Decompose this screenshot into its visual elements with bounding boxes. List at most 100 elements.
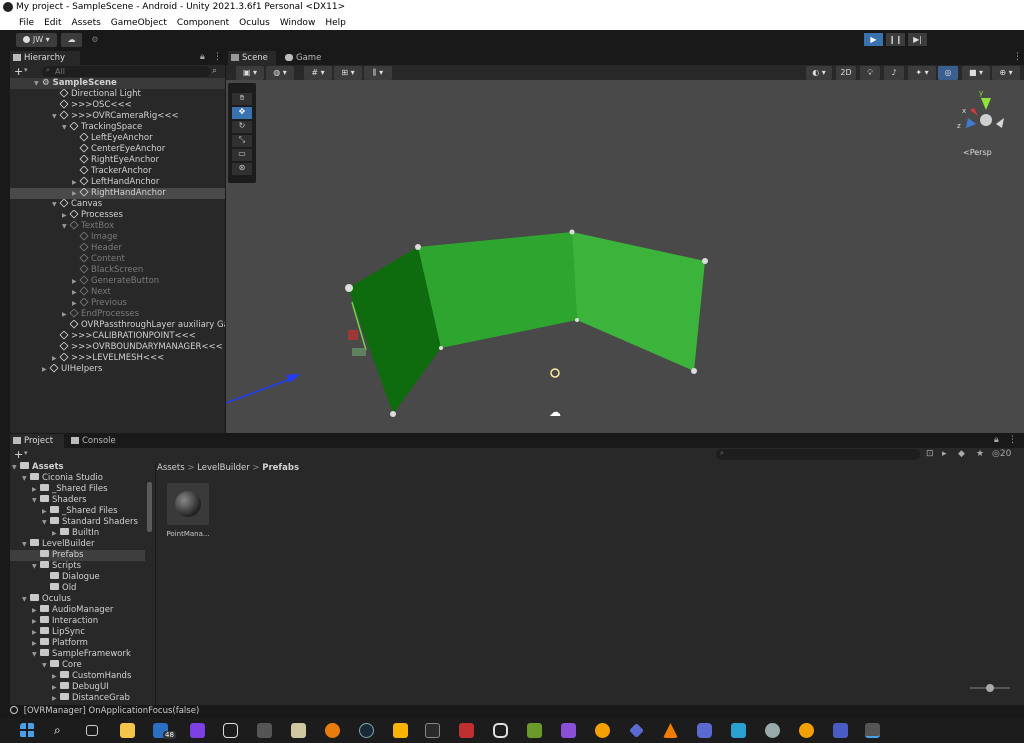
tab-hierarchy[interactable]: Hierarchy [10,51,80,65]
expand-arrow-icon[interactable]: ▼ [22,473,30,484]
expand-arrow-icon[interactable]: ▼ [52,199,60,210]
hierarchy-item[interactable]: >>>OSC<<< [10,100,225,111]
expand-arrow-icon[interactable]: ▶ [52,671,60,682]
hierarchy-item[interactable]: Header [10,243,225,254]
grid-snap-dropdown[interactable]: # ▾ [304,66,332,80]
hierarchy-item[interactable]: ▶ RightHandAnchor [10,188,225,199]
add-dropdown-icon[interactable]: ▾ [24,449,28,457]
vertex-handle[interactable] [415,244,421,250]
folder-item[interactable]: ▶ DistanceGrab [10,693,145,704]
menu-edit[interactable]: Edit [39,18,66,28]
zoom-slider-thumb[interactable] [986,684,994,692]
expand-arrow-icon[interactable]: ▶ [32,627,40,638]
app-icon[interactable] [731,723,746,738]
hierarchy-item[interactable]: Directional Light [10,89,225,100]
hierarchy-item[interactable]: ▶ LeftHandAnchor [10,177,225,188]
kebab-menu-icon[interactable]: ⋮ [1008,435,1017,445]
file-explorer-icon[interactable] [120,723,135,738]
folder-item[interactable]: ▼ Core [10,660,145,671]
sun-icon[interactable] [550,368,560,378]
folder-item[interactable]: ▼ Assets [10,462,145,473]
folder-item[interactable]: ▶ _Shared Files [10,484,145,495]
menu-window[interactable]: Window [275,18,321,28]
expand-arrow-icon[interactable]: ▶ [72,177,80,188]
expand-arrow-icon[interactable]: ▶ [52,693,60,704]
expand-arrow-icon[interactable]: ▶ [52,528,60,539]
expand-arrow-icon[interactable]: ▶ [72,276,80,287]
expand-arrow-icon[interactable]: ▶ [72,287,80,298]
expand-arrow-icon[interactable]: ▼ [32,495,40,506]
audio-toggle[interactable]: ♪ [884,66,904,80]
expand-arrow-icon[interactable]: ▶ [62,210,70,221]
search-icon[interactable]: ⌕ [54,723,69,738]
draw-mode-dropdown[interactable]: ▣ ▾ [236,66,264,80]
breadcrumb-prefabs[interactable]: Prefabs [262,463,299,473]
menu-gameobject[interactable]: GameObject [106,18,172,28]
hierarchy-scene-row[interactable]: ▼ ⚙︎ SampleScene [10,78,225,89]
app-icon[interactable] [697,723,712,738]
hierarchy-search-input[interactable]: ⌕ All [42,66,210,77]
hierarchy-item[interactable]: ▶ Next [10,287,225,298]
orientation-gizmo[interactable]: y x z [957,89,1004,130]
unity-hub-icon[interactable] [223,723,238,738]
start-icon[interactable] [20,723,35,738]
folder-item[interactable]: ▼ SampleFramework [10,649,145,660]
app-icon[interactable] [527,723,542,738]
expand-arrow-icon[interactable]: ▼ [22,539,30,550]
hierarchy-item[interactable]: OVRPassthroughLayer auxiliary GameO [10,320,225,331]
menu-file[interactable]: File [14,18,39,28]
cloud-icon[interactable]: ☁ [549,405,561,419]
tree-scrollbar[interactable] [147,482,152,532]
oculus-icon[interactable] [493,723,508,738]
breadcrumb-levelbuilder[interactable]: LevelBuilder [197,463,250,473]
status-message[interactable]: [OVRManager] OnApplicationFocus(false) [24,706,200,716]
lighting-toggle[interactable]: 💡︎ [860,66,880,80]
tab-game[interactable]: Game [282,51,332,65]
hierarchy-item[interactable]: RightEyeAnchor [10,155,225,166]
steam-icon[interactable] [359,723,374,738]
vertex-handle[interactable] [691,368,697,374]
teams-icon[interactable] [833,723,848,738]
hierarchy-item[interactable]: CenterEyeAnchor [10,144,225,155]
hierarchy-item[interactable]: ▼ >>>OVRCameraRig<<< [10,111,225,122]
account-button[interactable]: JW ▾ [16,33,57,47]
splitter[interactable] [155,462,156,705]
expand-arrow-icon[interactable]: ▶ [52,682,60,693]
expand-arrow-icon[interactable]: ▶ [72,298,80,309]
vlc-icon[interactable] [663,723,678,738]
hierarchy-item[interactable]: ▼ Canvas [10,199,225,210]
rect-tool-button[interactable]: ▭ [232,149,252,161]
expand-arrow-icon[interactable]: ▼ [32,649,40,660]
collab-button[interactable]: ⚙ [88,33,102,47]
project-search-input[interactable]: ⌕ [716,449,920,460]
expand-arrow-icon[interactable]: ▼ [42,517,50,528]
app-icon[interactable] [595,723,610,738]
expand-arrow-icon[interactable]: ▼ [62,122,70,133]
folder-item[interactable]: ▼ LevelBuilder [10,539,145,550]
view-dropdown[interactable]: ◐ ▾ [806,66,832,80]
expand-arrow-icon[interactable]: ▼ [62,221,70,232]
folder-item[interactable]: ▶ LipSync [10,627,145,638]
blender-icon[interactable] [325,723,340,738]
vertex-handle[interactable] [702,258,708,264]
lock-icon[interactable]: 🔒︎ [200,52,205,62]
step-button[interactable]: ▶| [908,33,927,46]
hierarchy-item[interactable]: Image [10,232,225,243]
expand-arrow-icon[interactable]: ▼ [32,561,40,572]
hierarchy-item[interactable]: LeftEyeAnchor [10,133,225,144]
folder-item[interactable]: ▶ DebugUI [10,682,145,693]
effects-dropdown[interactable]: ✦ ▾ [908,66,936,80]
scene-viewport[interactable]: ☁ y x z <Persp ✋︎ ✥ ↻ ⤡ ▭ ⊛ [226,80,1024,433]
expand-arrow-icon[interactable]: ▶ [32,638,40,649]
plane-handle[interactable] [352,348,366,356]
kebab-menu-icon[interactable]: ⋮ [213,52,222,62]
folder-item[interactable]: ▼ Oculus [10,594,145,605]
toggle-2d-button[interactable]: 2D [836,66,856,80]
tab-scene[interactable]: Scene [228,51,276,65]
cpu-z-icon[interactable] [459,723,474,738]
hierarchy-item[interactable]: BlackScreen [10,265,225,276]
breadcrumb-assets[interactable]: Assets [157,463,185,473]
add-button[interactable]: + [14,65,23,78]
folder-item[interactable]: ▶ CustomHands [10,671,145,682]
expand-arrow-icon[interactable]: ▶ [72,188,80,199]
